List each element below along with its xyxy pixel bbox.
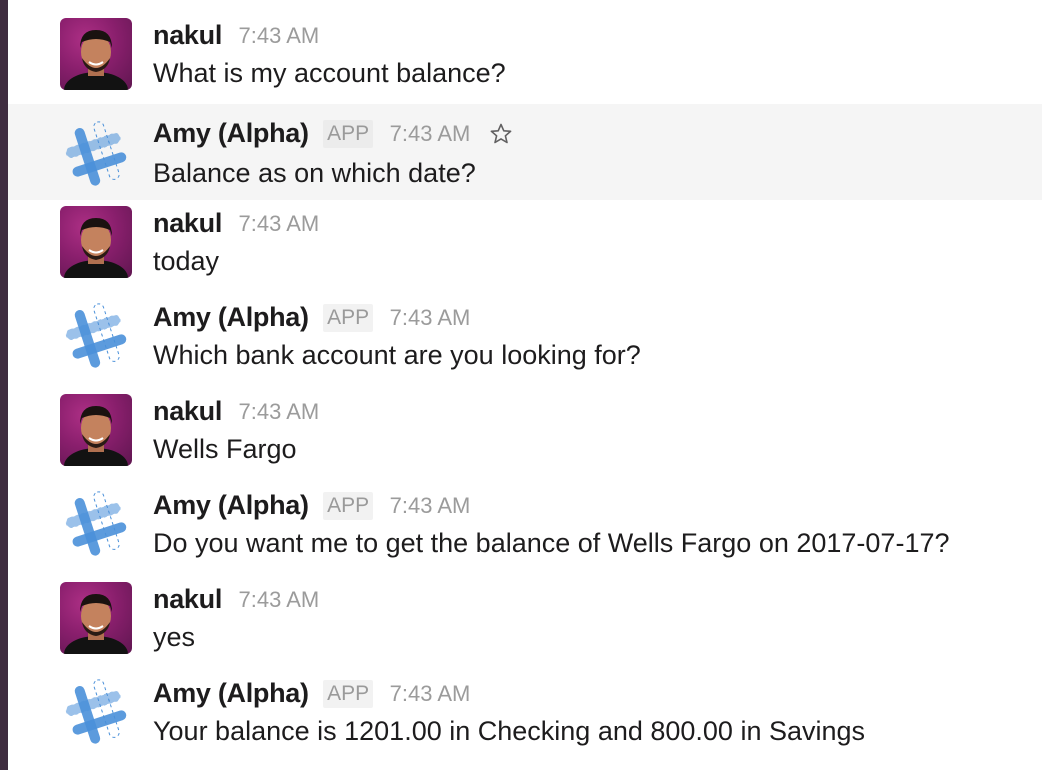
message-text: Your balance is 1201.00 in Checking and … xyxy=(153,716,866,746)
app-badge: APP xyxy=(323,303,374,332)
message-text: Which bank account are you looking for? xyxy=(153,340,641,370)
message-text: yes xyxy=(153,622,196,652)
message-row[interactable]: Amy (Alpha) APP 7:43 AM Which bank accou… xyxy=(8,282,1042,376)
user-avatar[interactable] xyxy=(60,18,132,90)
user-avatar[interactable] xyxy=(60,206,132,278)
message-header: Amy (Alpha) APP 7:43 AM xyxy=(153,118,513,152)
timestamp[interactable]: 7:43 AM xyxy=(238,587,319,612)
author-name[interactable]: nakul xyxy=(153,584,222,614)
bot-avatar[interactable] xyxy=(60,300,132,372)
timestamp[interactable]: 7:43 AM xyxy=(238,211,319,236)
timestamp[interactable]: 7:43 AM xyxy=(390,121,471,146)
message-text: Balance as on which date? xyxy=(153,158,476,188)
author-name[interactable]: nakul xyxy=(153,396,222,426)
app-badge: APP xyxy=(323,491,374,520)
message-row[interactable]: Amy (Alpha) APP 7:43 AM Do you want me t… xyxy=(8,470,1042,564)
bot-avatar[interactable] xyxy=(60,676,132,748)
author-name[interactable]: Amy (Alpha) xyxy=(153,118,309,148)
bot-avatar[interactable] xyxy=(60,118,132,190)
message-header: nakul 7:43 AM xyxy=(153,20,319,54)
app-badge: APP xyxy=(323,119,374,148)
user-avatar[interactable] xyxy=(60,582,132,654)
timestamp[interactable]: 7:43 AM xyxy=(390,305,471,330)
timestamp[interactable]: 7:43 AM xyxy=(238,399,319,424)
message-header: nakul 7:43 AM xyxy=(153,208,319,242)
chat-window: nakul 7:43 AM What is my account balance… xyxy=(0,0,1042,770)
message-text: What is my account balance? xyxy=(153,58,506,88)
message-row[interactable]: nakul 7:43 AM What is my account balance… xyxy=(8,0,1042,94)
star-outline-icon[interactable] xyxy=(489,122,513,146)
bot-hashtag-icon xyxy=(65,491,127,556)
timestamp[interactable]: 7:43 AM xyxy=(390,681,471,706)
message-row-hovered[interactable]: Amy (Alpha) APP 7:43 AM Balance as on wh… xyxy=(8,104,1042,200)
user-avatar[interactable] xyxy=(60,394,132,466)
message-header: nakul 7:43 AM xyxy=(153,584,319,618)
bot-hashtag-icon xyxy=(65,679,127,744)
author-name[interactable]: Amy (Alpha) xyxy=(153,490,309,520)
message-header: nakul 7:43 AM xyxy=(153,396,319,430)
message-header: Amy (Alpha) APP 7:43 AM xyxy=(153,678,470,712)
bot-avatar[interactable] xyxy=(60,488,132,560)
message-text: Do you want me to get the balance of Wel… xyxy=(153,528,950,558)
app-badge: APP xyxy=(323,679,374,708)
message-text: Wells Fargo xyxy=(153,434,297,464)
bot-hashtag-icon xyxy=(65,121,127,186)
message-text: today xyxy=(153,246,220,276)
author-name[interactable]: nakul xyxy=(153,20,222,50)
author-name[interactable]: Amy (Alpha) xyxy=(153,302,309,332)
message-row[interactable]: nakul 7:43 AM yes xyxy=(8,564,1042,658)
sidebar-edge xyxy=(0,0,8,770)
timestamp[interactable]: 7:43 AM xyxy=(238,23,319,48)
message-row[interactable]: nakul 7:43 AM today xyxy=(8,188,1042,282)
author-name[interactable]: nakul xyxy=(153,208,222,238)
bot-hashtag-icon xyxy=(65,303,127,368)
message-header: Amy (Alpha) APP 7:43 AM xyxy=(153,302,470,336)
message-header: Amy (Alpha) APP 7:43 AM xyxy=(153,490,470,524)
timestamp[interactable]: 7:43 AM xyxy=(390,493,471,518)
message-row[interactable]: Amy (Alpha) APP 7:43 AM Your balance is … xyxy=(8,658,1042,752)
author-name[interactable]: Amy (Alpha) xyxy=(153,678,309,708)
message-row[interactable]: nakul 7:43 AM Wells Fargo xyxy=(8,376,1042,470)
